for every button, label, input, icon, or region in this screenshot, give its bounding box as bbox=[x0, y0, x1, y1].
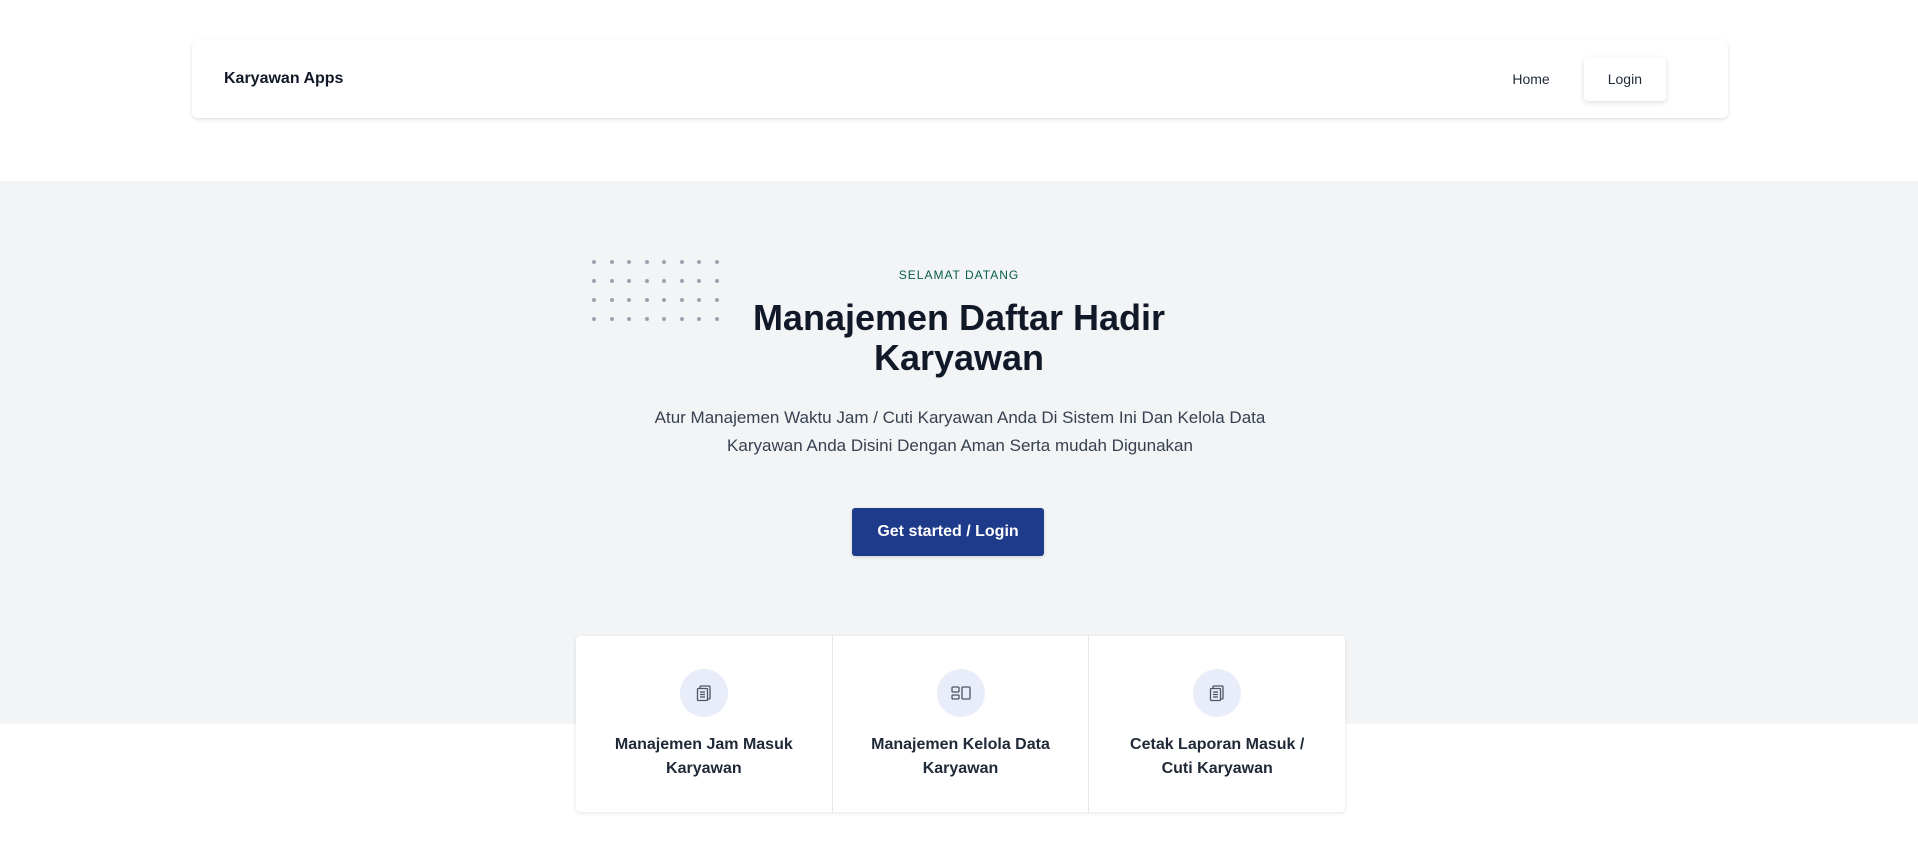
feature-label: Manajemen Jam Masuk Karyawan bbox=[614, 736, 793, 777]
feature-label: Cetak Laporan Masuk / Cuti Karyawan bbox=[1130, 736, 1305, 777]
navbar: Karyawan Apps Home Login bbox=[192, 40, 1728, 118]
nav-link-login[interactable]: Login bbox=[1583, 57, 1666, 101]
hero-subtitle: Atur Manajemen Waktu Jam / Cuti Karyawan… bbox=[654, 408, 1266, 455]
feature-card-jam-masuk: Manajemen Jam Masuk Karyawan bbox=[576, 636, 833, 812]
brand-logo-text[interactable]: Karyawan Apps bbox=[224, 70, 343, 88]
nav-links: Home Login bbox=[1488, 57, 1666, 101]
get-started-login-button[interactable]: Get started / Login bbox=[852, 508, 1044, 556]
hero-title: Manajemen Daftar Hadir Karyawan bbox=[752, 297, 1166, 378]
nav-link-home[interactable]: Home bbox=[1488, 57, 1573, 101]
page: Karyawan Apps Home Login SELAMAT DATANG … bbox=[0, 0, 1918, 860]
hero-eyebrow: SELAMAT DATANG bbox=[898, 268, 1020, 282]
feature-label: Manajemen Kelola Data Karyawan bbox=[871, 736, 1050, 777]
feature-card-kelola-data: Manajemen Kelola Data Karyawan bbox=[833, 636, 1090, 812]
clipboard-icon bbox=[1193, 669, 1242, 717]
clipboard-icon bbox=[679, 669, 728, 717]
feature-card-cetak-laporan: Cetak Laporan Masuk / Cuti Karyawan bbox=[1089, 636, 1345, 812]
layout-icon bbox=[936, 669, 985, 717]
features-panel: Manajemen Jam Masuk Karyawan Manajemen K… bbox=[576, 636, 1345, 812]
